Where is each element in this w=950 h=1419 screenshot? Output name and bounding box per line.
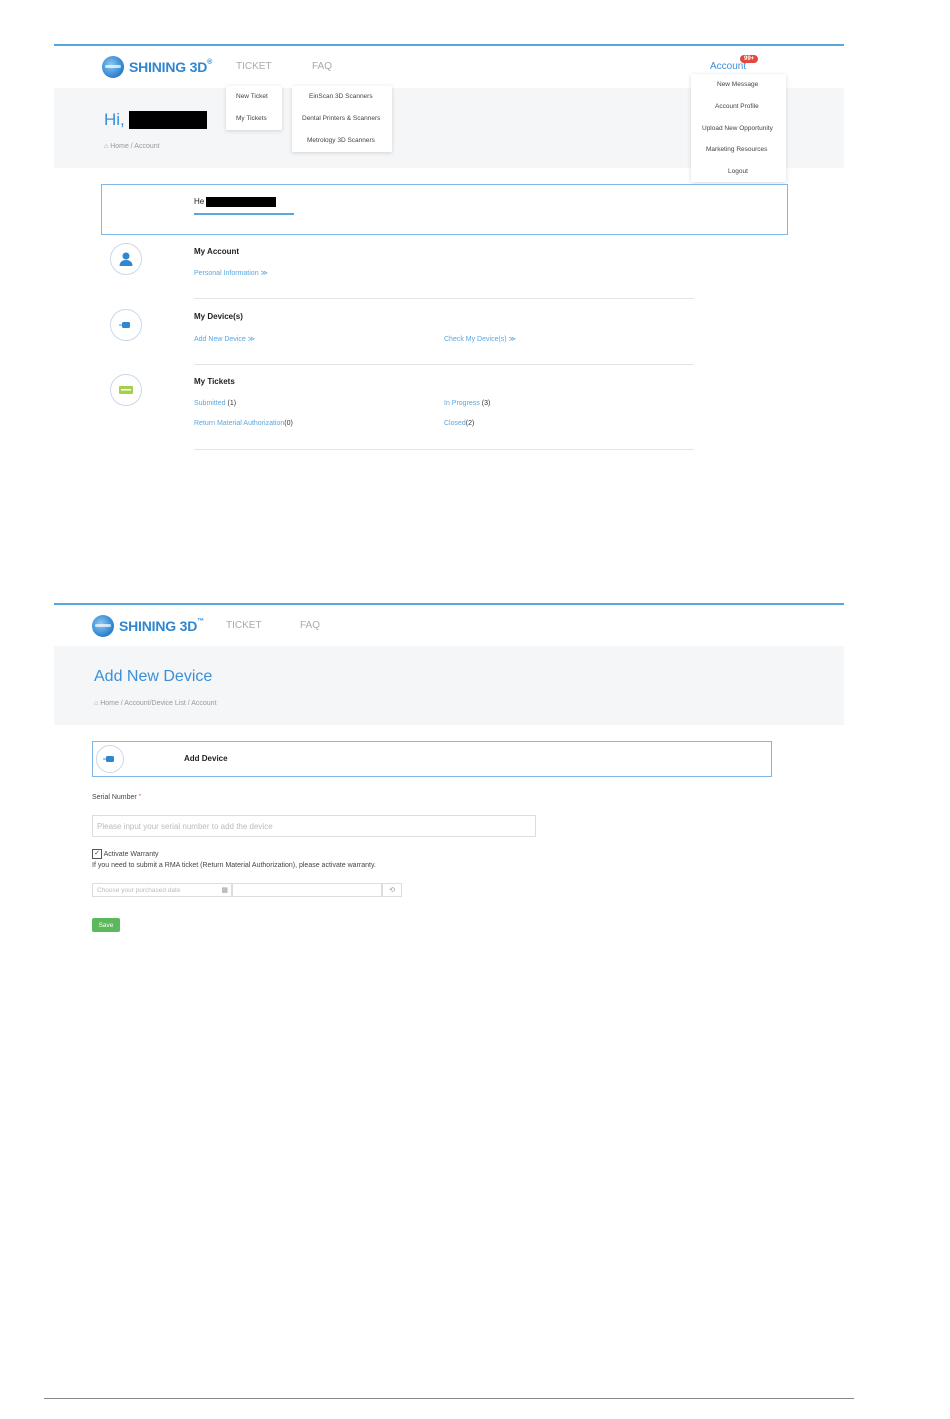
scanner-icon	[103, 756, 114, 762]
scanner-icon	[119, 322, 130, 328]
nav-ticket-2[interactable]: TICKET	[226, 620, 262, 631]
my-tickets-title: My Tickets	[194, 377, 235, 386]
redacted-name	[129, 111, 207, 129]
menu-account-profile[interactable]: Account Profile	[715, 103, 759, 110]
user-icon	[119, 252, 133, 266]
serial-number-input[interactable]: Please input your serial number to add t…	[92, 815, 536, 837]
breadcrumb-1: ⌂ Home / Account	[104, 143, 160, 150]
account-dropdown: New Message Account Profile Upload New O…	[691, 74, 786, 182]
calendar-icon[interactable]: ▦	[221, 886, 228, 894]
rma-link[interactable]: Return Material Authorization(0)	[194, 420, 293, 427]
add-new-device-link[interactable]: Add New Device ≫	[194, 335, 255, 343]
my-account-title: My Account	[194, 247, 240, 256]
menu-my-tickets[interactable]: My Tickets	[236, 115, 267, 122]
ticket-dropdown: New Ticket My Tickets	[226, 86, 282, 130]
top-border-1	[54, 44, 844, 46]
globe-logo-icon	[102, 56, 124, 78]
divider-3	[194, 449, 694, 450]
closed-link[interactable]: Closed(2)	[444, 420, 474, 427]
serial-label: Serial Number *	[92, 794, 142, 801]
top-border-2	[54, 603, 844, 605]
in-progress-link[interactable]: In Progress (3)	[444, 400, 490, 407]
menu-new-message[interactable]: New Message	[717, 81, 758, 88]
submitted-link[interactable]: Submitted (1)	[194, 400, 236, 407]
logo-2[interactable]: SHINING 3D™	[92, 615, 204, 637]
breadcrumb-2: ⌂ Home / Account/Device List / Account	[94, 700, 217, 707]
divider-1	[194, 298, 694, 299]
device-circle	[110, 309, 142, 341]
date-range-input[interactable]	[232, 883, 382, 897]
nav-ticket[interactable]: TICKET	[236, 61, 272, 72]
redacted-hello-name	[206, 197, 276, 207]
page-footer-line	[44, 1398, 854, 1399]
nav-account[interactable]: Account	[710, 61, 746, 72]
ticket-icon	[119, 386, 133, 394]
check-my-devices-link[interactable]: Check My Device(s) ≫	[444, 335, 516, 343]
card-hello-text: He	[194, 197, 205, 206]
notification-badge: 99+	[740, 55, 759, 63]
save-button[interactable]: Save	[92, 918, 120, 932]
my-devices-title: My Device(s)	[194, 312, 243, 321]
warranty-row: ✓ Activate Warranty	[92, 849, 159, 859]
menu-logout[interactable]: Logout	[728, 168, 748, 175]
page-title: Add New Device	[94, 668, 213, 685]
logo-1[interactable]: SHINING 3D®	[102, 56, 212, 78]
warranty-note: If you need to submit a RMA ticket (Retu…	[92, 862, 376, 869]
personal-information-link[interactable]: Personal Information ≫	[194, 269, 268, 277]
menu-new-ticket[interactable]: New Ticket	[236, 93, 268, 100]
hello-card: He	[101, 184, 788, 235]
refresh-button[interactable]: ⟲	[382, 883, 402, 897]
logo-text: SHINING 3D™	[119, 618, 204, 634]
warranty-checkbox[interactable]: ✓	[92, 849, 102, 859]
add-device-title: Add Device	[184, 754, 228, 763]
divider-2	[194, 364, 694, 365]
nav-faq[interactable]: FAQ	[312, 61, 332, 72]
refresh-icon: ⟲	[389, 887, 395, 894]
menu-einscan[interactable]: EinScan 3D Scanners	[309, 93, 373, 100]
tickets-circle	[110, 374, 142, 406]
purchase-date-input[interactable]: Choose your purchased date ▦	[92, 883, 232, 897]
device-circle-2	[96, 745, 124, 773]
logo-text: SHINING 3D®	[129, 59, 213, 75]
account-circle	[110, 243, 142, 275]
nav-faq-2[interactable]: FAQ	[300, 620, 320, 631]
menu-marketing-resources[interactable]: Marketing Resources	[706, 146, 767, 153]
menu-upload-opportunity[interactable]: Upload New Opportunity	[702, 125, 773, 132]
menu-metrology[interactable]: Metrology 3D Scanners	[307, 137, 375, 144]
menu-dental[interactable]: Dental Printers & Scanners	[302, 115, 380, 122]
faq-dropdown: EinScan 3D Scanners Dental Printers & Sc…	[292, 86, 392, 152]
globe-logo-icon	[92, 615, 114, 637]
add-device-card: Add Device	[92, 741, 772, 777]
warranty-label: Activate Warranty	[103, 850, 159, 858]
greeting: Hi,	[104, 110, 125, 129]
hello-underline	[194, 213, 294, 215]
